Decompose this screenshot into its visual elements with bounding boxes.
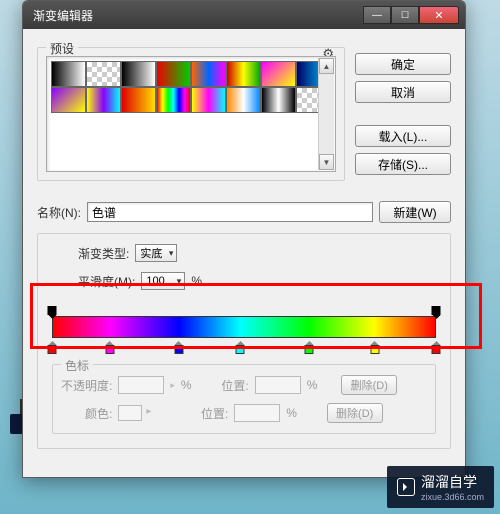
presets-scrollbar[interactable]: ▲ ▼ xyxy=(318,58,334,170)
preset-swatch[interactable] xyxy=(261,61,296,87)
gradient-editor-window: 渐变编辑器 预设 ⚙ ▲ ▼ 确定 取消 xyxy=(22,0,466,478)
color-position-input xyxy=(234,404,280,422)
preset-swatch[interactable] xyxy=(86,87,121,113)
close-button[interactable] xyxy=(419,6,459,24)
play-icon xyxy=(397,478,415,496)
save-button[interactable]: 存储(S)... xyxy=(355,153,451,175)
color-swatch xyxy=(118,405,142,421)
opacity-stop[interactable] xyxy=(432,306,441,315)
opacity-stop[interactable] xyxy=(48,306,57,315)
color-stop[interactable] xyxy=(370,337,379,354)
color-stop[interactable] xyxy=(432,337,441,354)
preset-swatch[interactable] xyxy=(191,87,226,113)
presets-group: 预设 ⚙ ▲ ▼ xyxy=(37,47,345,181)
preset-swatch[interactable] xyxy=(191,61,226,87)
preset-swatch[interactable] xyxy=(86,61,121,87)
minimize-button[interactable] xyxy=(363,6,391,24)
color-stop[interactable] xyxy=(48,337,57,354)
color-stop[interactable] xyxy=(105,337,114,354)
window-title: 渐变编辑器 xyxy=(29,7,363,24)
ok-button[interactable]: 确定 xyxy=(355,53,451,75)
smooth-unit: % xyxy=(191,274,202,288)
cancel-button[interactable]: 取消 xyxy=(355,81,451,103)
color-stop[interactable] xyxy=(174,337,183,354)
gradient-bar[interactable] xyxy=(52,316,436,338)
type-label: 渐变类型: xyxy=(78,245,129,262)
stops-group: 色标 不透明度: ▸ % 位置: % 删除(D) 颜色: 位置: % xyxy=(52,364,436,434)
maximize-button[interactable] xyxy=(391,6,419,24)
name-input[interactable] xyxy=(87,202,373,222)
presets-box: ▲ ▼ xyxy=(46,56,336,172)
preset-swatch[interactable] xyxy=(226,87,261,113)
delete-opacity-button: 删除(D) xyxy=(341,375,397,395)
delete-color-button: 删除(D) xyxy=(327,403,383,423)
new-button[interactable]: 新建(W) xyxy=(379,201,451,223)
color-label: 颜色: xyxy=(61,405,112,422)
titlebar[interactable]: 渐变编辑器 xyxy=(23,1,465,29)
gradient-editor-bar xyxy=(52,306,436,354)
type-dropdown[interactable]: 实底 xyxy=(135,244,177,262)
opacity-input xyxy=(118,376,164,394)
preset-swatch[interactable] xyxy=(121,61,156,87)
preset-swatch[interactable] xyxy=(121,87,156,113)
smooth-label: 平滑度(M): xyxy=(78,273,135,290)
scroll-down-icon[interactable]: ▼ xyxy=(319,154,334,170)
stops-title: 色标 xyxy=(61,357,93,374)
opacity-position-input xyxy=(255,376,301,394)
preset-swatch[interactable] xyxy=(226,61,261,87)
preset-swatch[interactable] xyxy=(156,87,191,113)
color-stop[interactable] xyxy=(236,337,245,354)
smooth-input[interactable]: 100 xyxy=(141,272,185,290)
opacity-label: 不透明度: xyxy=(61,377,112,394)
color-stop[interactable] xyxy=(305,337,314,354)
name-label: 名称(N): xyxy=(37,204,81,221)
watermark: 溜溜自学 zixue.3d66.com xyxy=(387,466,494,508)
presets-label: 预设 xyxy=(46,40,78,57)
preset-swatch[interactable] xyxy=(261,87,296,113)
preset-swatch[interactable] xyxy=(51,87,86,113)
preset-swatch[interactable] xyxy=(51,61,86,87)
load-button[interactable]: 载入(L)... xyxy=(355,125,451,147)
scroll-up-icon[interactable]: ▲ xyxy=(319,58,334,74)
position-label-2: 位置: xyxy=(201,405,228,422)
position-label-1: 位置: xyxy=(221,377,248,394)
preset-swatch[interactable] xyxy=(156,61,191,87)
